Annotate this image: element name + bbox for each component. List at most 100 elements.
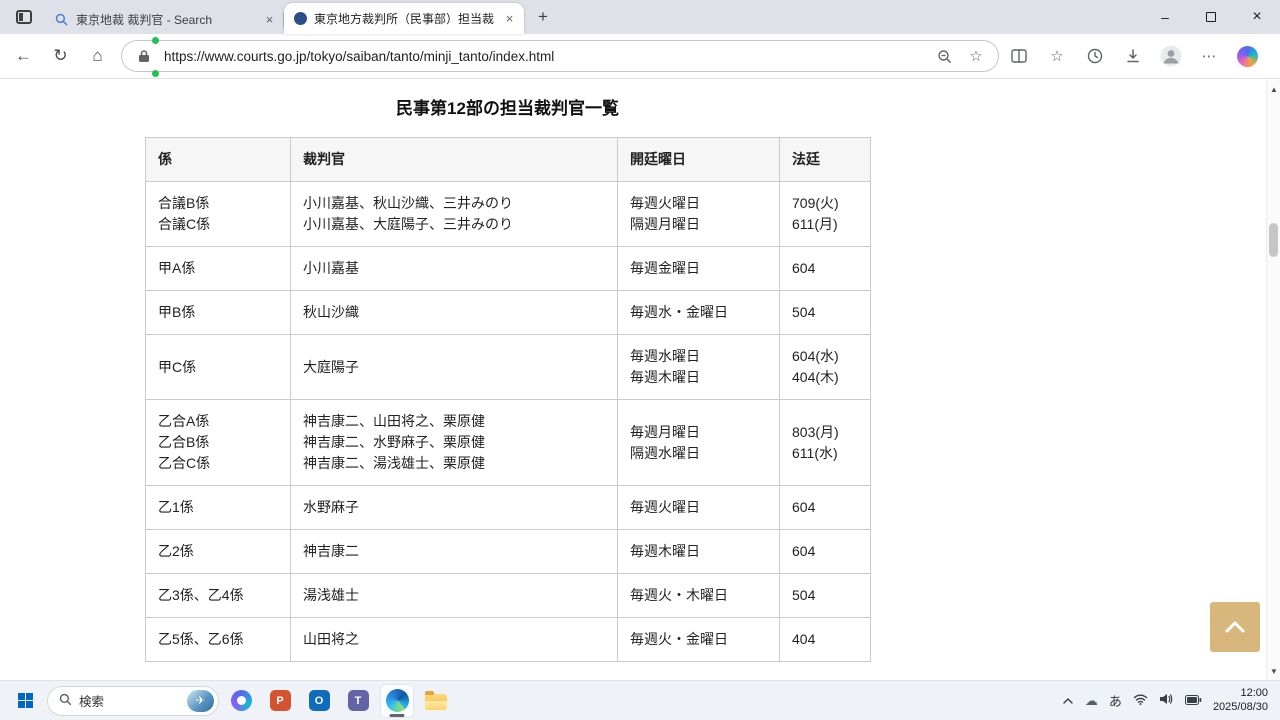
vertical-scrollbar[interactable]: ▲ ▼ bbox=[1266, 80, 1280, 680]
scroll-up-arrow[interactable]: ▲ bbox=[1267, 82, 1280, 96]
table-cell: 神吉康二、山田将之、栗原健 神吉康二、水野麻子、栗原健 神吉康二、湯浅雄士、栗原… bbox=[290, 399, 618, 486]
lock-icon bbox=[132, 44, 156, 68]
page-content: 民事第12部の担当裁判官一覧 係 裁判官 開廷曜日 法廷 合議B係 合議C係 小川… bbox=[0, 80, 1266, 680]
windows-logo-icon bbox=[17, 693, 33, 708]
taskbar-edge-button[interactable] bbox=[380, 683, 414, 718]
downloads-icon[interactable] bbox=[1115, 39, 1151, 73]
table-cell: 湯浅雄士 bbox=[290, 573, 618, 618]
taskbar-outlook-button[interactable] bbox=[302, 684, 336, 718]
scroll-down-arrow[interactable]: ▼ bbox=[1267, 664, 1280, 678]
search-highlight-image[interactable]: ✈ bbox=[187, 689, 214, 712]
tab-close-icon[interactable]: × bbox=[501, 10, 518, 27]
column-header-court-day: 開廷曜日 bbox=[617, 137, 780, 182]
clock-date: 2025/08/30 bbox=[1212, 700, 1268, 713]
windows-taskbar: 検索 ✈ ☁ あ 12:00 2025/08/30 bbox=[0, 680, 1280, 720]
table-cell: 合議B係 合議C係 bbox=[145, 181, 291, 247]
table-cell: 604 bbox=[779, 246, 871, 291]
touch-indicator-dot bbox=[152, 70, 159, 77]
table-cell: 毎週金曜日 bbox=[617, 246, 780, 291]
table-cell: 小川嘉基 bbox=[290, 246, 618, 291]
ime-indicator[interactable]: あ bbox=[1109, 691, 1122, 710]
close-window-button[interactable]: × bbox=[1234, 0, 1280, 34]
table-cell: 大庭陽子 bbox=[290, 334, 618, 400]
table-cell: 秋山沙織 bbox=[290, 290, 618, 335]
volume-icon[interactable] bbox=[1159, 692, 1174, 710]
site-favicon-icon bbox=[294, 12, 307, 25]
split-screen-icon[interactable] bbox=[1001, 39, 1037, 73]
table-cell: 甲C係 bbox=[145, 334, 291, 400]
taskbar-copilot-button[interactable] bbox=[224, 684, 258, 718]
search-placeholder: 検索 bbox=[79, 695, 105, 709]
taskbar-teams-button[interactable] bbox=[341, 684, 375, 718]
scrollbar-thumb[interactable] bbox=[1269, 223, 1278, 257]
teams-icon bbox=[347, 690, 369, 711]
tab-courts-site[interactable]: 東京地方裁判所（民事部）担当裁 × bbox=[284, 3, 524, 34]
home-button[interactable]: ⌂ bbox=[80, 39, 115, 73]
maximize-icon bbox=[1206, 12, 1216, 22]
table-cell: 毎週火曜日 bbox=[617, 485, 780, 530]
column-header-judge: 裁判官 bbox=[290, 137, 618, 182]
table-cell: 毎週月曜日 隔週水曜日 bbox=[617, 399, 780, 486]
table-cell: 乙1係 bbox=[145, 485, 291, 530]
copilot-orb-icon bbox=[1236, 45, 1258, 67]
taskbar-search-box[interactable]: 検索 ✈ bbox=[47, 685, 219, 716]
table-cell: 甲B係 bbox=[145, 290, 291, 335]
start-button[interactable] bbox=[8, 684, 42, 718]
minimize-button[interactable]: – bbox=[1142, 0, 1188, 34]
back-button[interactable]: ← bbox=[6, 39, 41, 73]
outlook-icon bbox=[308, 690, 330, 711]
table-cell: 水野麻子 bbox=[290, 485, 618, 530]
maximize-button[interactable] bbox=[1188, 0, 1234, 34]
battery-icon[interactable] bbox=[1184, 692, 1202, 710]
tab-search-results[interactable]: 東京地裁 裁判官 - Search × bbox=[44, 5, 284, 34]
tab-title: 東京地方裁判所（民事部）担当裁 bbox=[314, 12, 494, 26]
taskbar-file-explorer-button[interactable] bbox=[419, 684, 453, 718]
table-cell: 毎週火・木曜日 bbox=[617, 573, 780, 618]
address-bar[interactable]: https://www.courts.go.jp/tokyo/saiban/ta… bbox=[121, 40, 999, 72]
browser-window: 東京地裁 裁判官 - Search × 東京地方裁判所（民事部）担当裁 × + … bbox=[0, 0, 1280, 720]
table-row: 乙1係 水野麻子 毎週火曜日 604 bbox=[145, 485, 871, 530]
taskbar-powerpoint-button[interactable] bbox=[263, 684, 297, 718]
table-row: 甲A係 小川嘉基 毎週金曜日 604 bbox=[145, 246, 871, 291]
table-header-row: 係 裁判官 開廷曜日 法廷 bbox=[145, 137, 871, 182]
table-row: 甲B係 秋山沙織 毎週水・金曜日 504 bbox=[145, 290, 871, 335]
table-cell: 乙5係、乙6係 bbox=[145, 617, 291, 662]
system-tray: ☁ あ 12:00 2025/08/30 bbox=[1062, 687, 1272, 714]
tab-strip: 東京地裁 裁判官 - Search × 東京地方裁判所（民事部）担当裁 × + … bbox=[0, 0, 1280, 34]
taskbar-clock[interactable]: 12:00 2025/08/30 bbox=[1213, 687, 1268, 714]
profile-avatar[interactable] bbox=[1153, 39, 1189, 73]
column-header-courtroom: 法廷 bbox=[779, 137, 871, 182]
table-cell: 毎週火・金曜日 bbox=[617, 617, 780, 662]
table-row: 乙合A係 乙合B係 乙合C係 神吉康二、山田将之、栗原健 神吉康二、水野麻子、栗原… bbox=[145, 399, 871, 486]
favorite-star-icon[interactable]: ☆ bbox=[964, 44, 988, 68]
onedrive-cloud-icon[interactable]: ☁ bbox=[1085, 693, 1098, 709]
hidden-icons-chevron[interactable] bbox=[1062, 692, 1074, 710]
page-title: 民事第12部の担当裁判官一覧 bbox=[396, 99, 619, 118]
tab-title: 東京地裁 裁判官 - Search bbox=[76, 13, 213, 27]
settings-menu-icon[interactable]: ⋯ bbox=[1191, 39, 1227, 73]
table-cell: 毎週水曜日 毎週木曜日 bbox=[617, 334, 780, 400]
table-cell: 604(水) 404(木) bbox=[779, 334, 871, 400]
table-cell: 小川嘉基、秋山沙織、三井みのり 小川嘉基、大庭陽子、三井みのり bbox=[290, 181, 618, 247]
favorites-icon[interactable]: ☆ bbox=[1039, 39, 1075, 73]
powerpoint-icon bbox=[269, 690, 291, 711]
wifi-icon[interactable] bbox=[1133, 692, 1148, 710]
table-cell: 乙2係 bbox=[145, 529, 291, 574]
table-cell: 毎週木曜日 bbox=[617, 529, 780, 574]
table-cell: 709(火) 611(月) bbox=[779, 181, 871, 247]
zoom-indicator-icon[interactable] bbox=[932, 44, 956, 68]
tab-close-icon[interactable]: × bbox=[261, 11, 278, 28]
table-row: 乙5係、乙6係 山田将之 毎週火・金曜日 404 bbox=[145, 617, 871, 662]
table-row: 甲C係 大庭陽子 毎週水曜日 毎週木曜日 604(水) 404(木) bbox=[145, 334, 871, 400]
copilot-icon[interactable] bbox=[1229, 39, 1265, 73]
search-icon bbox=[59, 693, 72, 709]
refresh-button[interactable]: ↻ bbox=[43, 39, 78, 73]
tab-actions-menu-button[interactable] bbox=[10, 3, 38, 31]
history-icon[interactable] bbox=[1077, 39, 1113, 73]
tab-actions-icon bbox=[16, 10, 32, 24]
browser-toolbar: ← ↻ ⌂ https://www.courts.go.jp/tokyo/sai… bbox=[0, 34, 1280, 79]
table-cell: 604 bbox=[779, 529, 871, 574]
new-tab-button[interactable]: + bbox=[530, 4, 556, 30]
url-text: https://www.courts.go.jp/tokyo/saiban/ta… bbox=[164, 48, 555, 64]
back-to-top-button[interactable] bbox=[1210, 602, 1260, 652]
